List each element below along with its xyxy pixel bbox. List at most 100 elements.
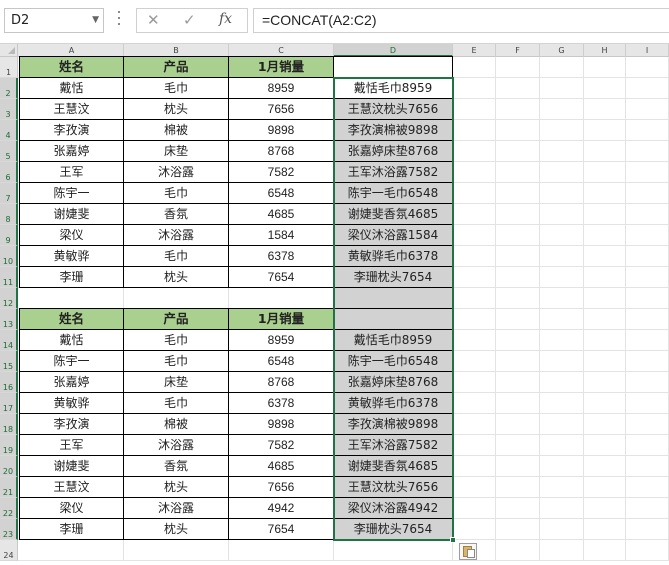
formula-input[interactable]: =CONCAT(A2:C2) bbox=[253, 8, 669, 33]
name-cell[interactable]: 陈宇一 bbox=[20, 183, 123, 203]
row-header-18[interactable]: 18 bbox=[0, 414, 18, 435]
product-cell[interactable]: 毛巾 bbox=[124, 183, 228, 203]
row-header-6[interactable]: 6 bbox=[0, 162, 18, 183]
name-cell[interactable]: 李珊 bbox=[20, 519, 123, 539]
sales-cell[interactable]: 4685 bbox=[229, 204, 333, 224]
sales-cell[interactable]: 9898 bbox=[229, 414, 333, 434]
sales-cell[interactable]: 6378 bbox=[229, 393, 333, 413]
sales-cell[interactable]: 6548 bbox=[229, 183, 333, 203]
name-cell[interactable]: 李孜演 bbox=[20, 120, 123, 140]
sales-cell[interactable]: 4685 bbox=[229, 456, 333, 476]
sales-cell[interactable]: 7656 bbox=[229, 99, 333, 119]
row-header-23[interactable]: 23 bbox=[0, 519, 18, 540]
row-header-22[interactable]: 22 bbox=[0, 498, 18, 519]
column-header-i[interactable]: I bbox=[626, 44, 669, 57]
insert-function-icon[interactable]: fx bbox=[219, 11, 232, 27]
product-cell[interactable]: 毛巾 bbox=[124, 330, 228, 350]
sales-cell[interactable]: 1584 bbox=[229, 225, 333, 245]
product-cell[interactable]: 床垫 bbox=[124, 141, 228, 161]
row-header-17[interactable]: 17 bbox=[0, 393, 18, 414]
sales-cell[interactable]: 9898 bbox=[229, 120, 333, 140]
row-header-19[interactable]: 19 bbox=[0, 435, 18, 456]
sales-cell[interactable]: 6378 bbox=[229, 246, 333, 266]
name-cell[interactable]: 王军 bbox=[20, 162, 123, 182]
name-cell[interactable]: 王慧汶 bbox=[20, 477, 123, 497]
row-header-10[interactable]: 10 bbox=[0, 246, 18, 267]
row-header-1[interactable]: 1 bbox=[0, 57, 18, 78]
paste-options-icon[interactable] bbox=[459, 543, 477, 560]
row-header-13[interactable]: 13 bbox=[0, 309, 18, 330]
name-cell[interactable]: 谢婕斐 bbox=[20, 456, 123, 476]
row-header-14[interactable]: 14 bbox=[0, 330, 18, 351]
name-cell[interactable]: 张嘉婷 bbox=[20, 372, 123, 392]
product-cell[interactable]: 床垫 bbox=[124, 372, 228, 392]
row-header-8[interactable]: 8 bbox=[0, 204, 18, 225]
name-cell[interactable]: 陈宇一 bbox=[20, 351, 123, 371]
row-header-21[interactable]: 21 bbox=[0, 477, 18, 498]
product-cell[interactable]: 枕头 bbox=[124, 99, 228, 119]
table-header-cell[interactable]: 产品 bbox=[124, 57, 228, 77]
product-cell[interactable]: 枕头 bbox=[124, 267, 228, 287]
table-header-cell[interactable]: 姓名 bbox=[20, 57, 123, 77]
name-box-dropdown-icon[interactable]: ▼ bbox=[92, 9, 99, 32]
name-cell[interactable]: 黄敏骅 bbox=[20, 393, 123, 413]
row-header-7[interactable]: 7 bbox=[0, 183, 18, 204]
product-cell[interactable]: 枕头 bbox=[124, 519, 228, 539]
row-header-2[interactable]: 2 bbox=[0, 78, 18, 99]
product-cell[interactable]: 沐浴露 bbox=[124, 435, 228, 455]
name-cell[interactable]: 王军 bbox=[20, 435, 123, 455]
product-cell[interactable]: 毛巾 bbox=[124, 393, 228, 413]
row-header-12[interactable]: 12 bbox=[0, 288, 18, 309]
sales-cell[interactable]: 7654 bbox=[229, 267, 333, 287]
product-cell[interactable]: 沐浴露 bbox=[124, 225, 228, 245]
sales-cell[interactable]: 8959 bbox=[229, 78, 333, 98]
row-header-4[interactable]: 4 bbox=[0, 120, 18, 141]
name-cell[interactable]: 戴恬 bbox=[20, 78, 123, 98]
fill-handle[interactable] bbox=[450, 537, 456, 543]
name-cell[interactable]: 戴恬 bbox=[20, 330, 123, 350]
enter-icon[interactable]: ✓ bbox=[183, 11, 196, 29]
name-cell[interactable]: 李珊 bbox=[20, 267, 123, 287]
cancel-icon[interactable]: ✕ bbox=[147, 11, 160, 29]
sales-cell[interactable]: 7582 bbox=[229, 435, 333, 455]
select-all-button[interactable] bbox=[0, 44, 18, 57]
formula-bar-splitter[interactable] bbox=[117, 11, 121, 31]
sales-cell[interactable]: 8959 bbox=[229, 330, 333, 350]
column-header-g[interactable]: G bbox=[540, 44, 584, 57]
name-cell[interactable]: 李孜演 bbox=[20, 414, 123, 434]
product-cell[interactable]: 沐浴露 bbox=[124, 162, 228, 182]
product-cell[interactable]: 毛巾 bbox=[124, 78, 228, 98]
product-cell[interactable]: 棉被 bbox=[124, 120, 228, 140]
name-cell[interactable]: 张嘉婷 bbox=[20, 141, 123, 161]
column-header-f[interactable]: F bbox=[496, 44, 540, 57]
sales-cell[interactable]: 8768 bbox=[229, 141, 333, 161]
table-header-cell[interactable]: 1月销量 bbox=[229, 57, 333, 77]
product-cell[interactable]: 枕头 bbox=[124, 477, 228, 497]
sales-cell[interactable]: 7656 bbox=[229, 477, 333, 497]
row-header-16[interactable]: 16 bbox=[0, 372, 18, 393]
row-header-15[interactable]: 15 bbox=[0, 351, 18, 372]
sales-cell[interactable]: 4942 bbox=[229, 498, 333, 518]
product-cell[interactable]: 香氛 bbox=[124, 204, 228, 224]
product-cell[interactable]: 香氛 bbox=[124, 456, 228, 476]
table-header-cell[interactable]: 产品 bbox=[124, 309, 228, 329]
name-cell[interactable]: 王慧汶 bbox=[20, 99, 123, 119]
name-cell[interactable]: 谢婕斐 bbox=[20, 204, 123, 224]
name-cell[interactable]: 梁仪 bbox=[20, 225, 123, 245]
name-box[interactable]: D2 ▼ bbox=[4, 8, 104, 33]
product-cell[interactable]: 沐浴露 bbox=[124, 498, 228, 518]
sales-cell[interactable]: 7582 bbox=[229, 162, 333, 182]
row-header-24[interactable]: 24 bbox=[0, 540, 18, 561]
column-header-e[interactable]: E bbox=[453, 44, 496, 57]
name-cell[interactable]: 梁仪 bbox=[20, 498, 123, 518]
table-header-cell[interactable]: 1月销量 bbox=[229, 309, 333, 329]
sales-cell[interactable]: 7654 bbox=[229, 519, 333, 539]
name-cell[interactable]: 黄敏骅 bbox=[20, 246, 123, 266]
sales-cell[interactable]: 8768 bbox=[229, 372, 333, 392]
row-header-5[interactable]: 5 bbox=[0, 141, 18, 162]
column-header-h[interactable]: H bbox=[584, 44, 626, 57]
row-header-9[interactable]: 9 bbox=[0, 225, 18, 246]
sales-cell[interactable]: 6548 bbox=[229, 351, 333, 371]
row-header-3[interactable]: 3 bbox=[0, 99, 18, 120]
product-cell[interactable]: 棉被 bbox=[124, 414, 228, 434]
